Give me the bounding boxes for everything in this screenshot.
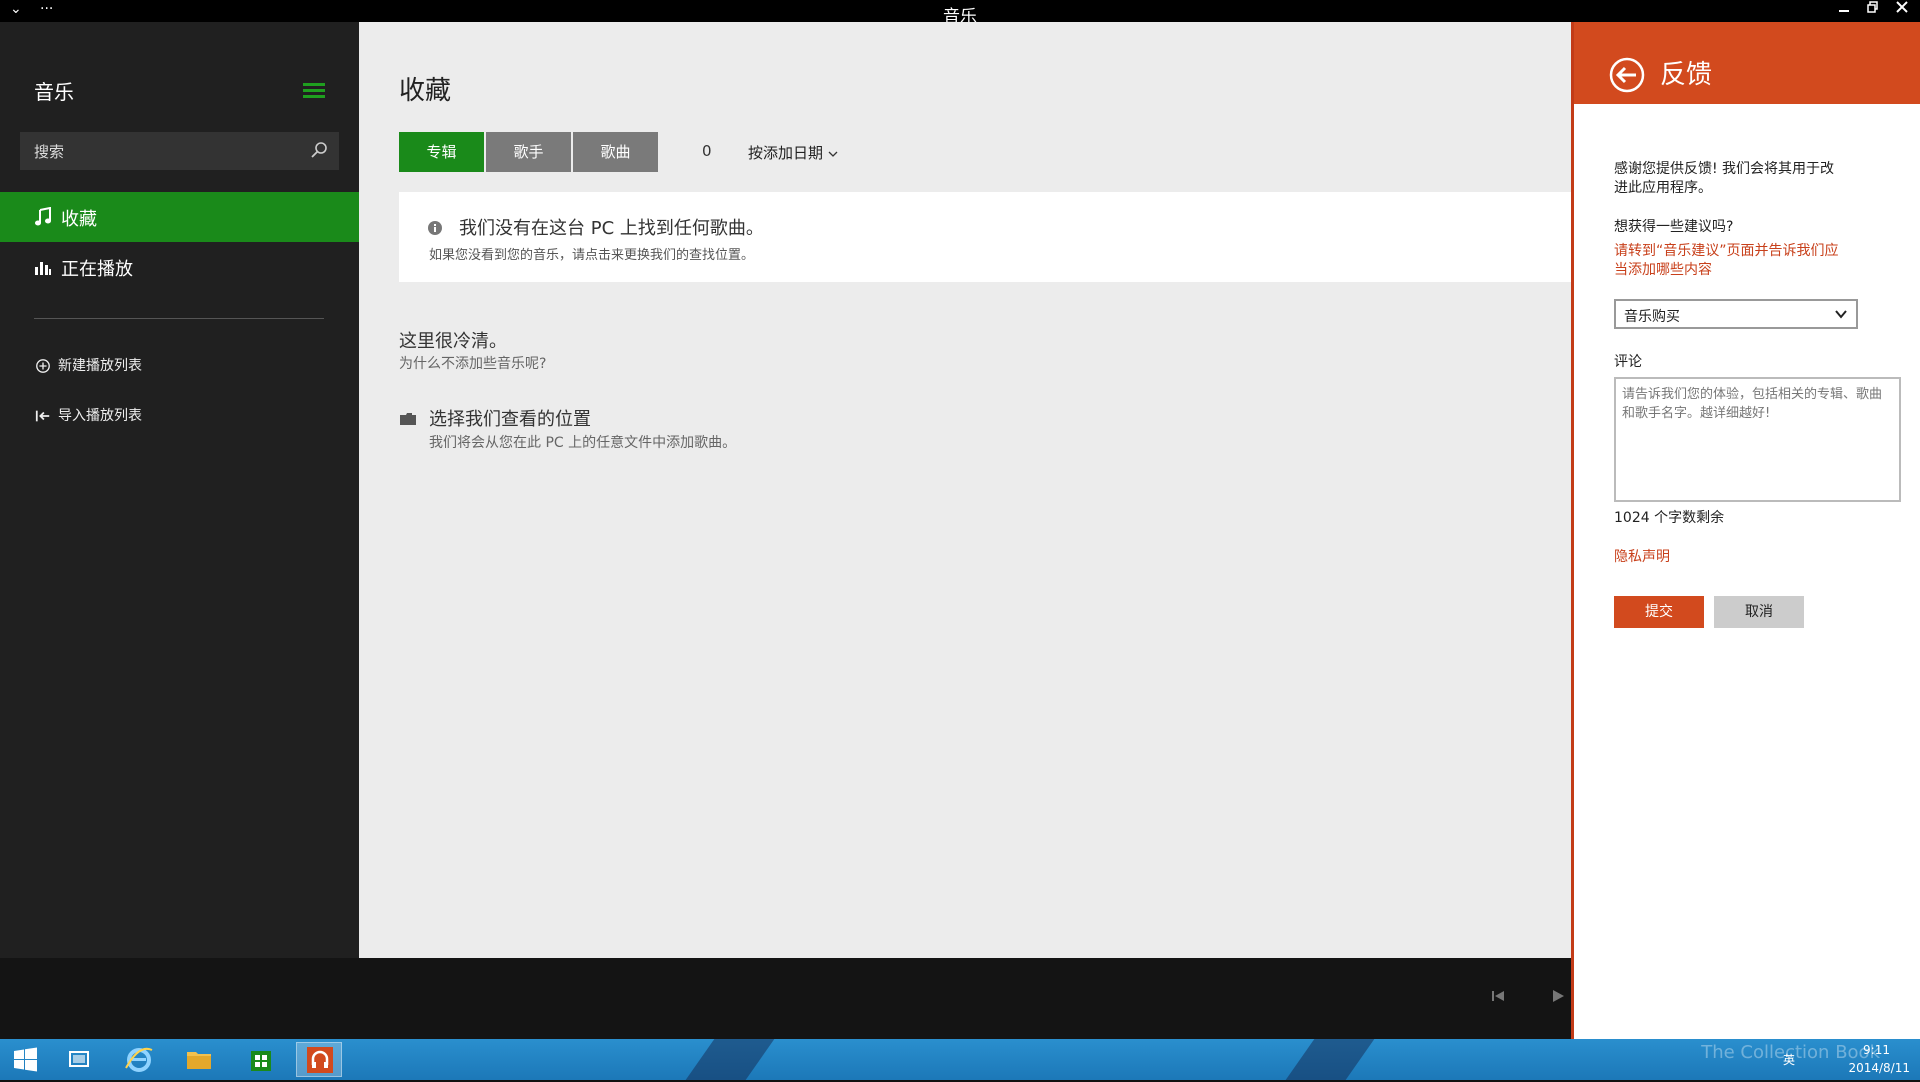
add-circle-icon: [36, 359, 50, 373]
search-icon[interactable]: [309, 140, 329, 160]
folder-icon: [400, 413, 416, 425]
taskbar: The Collection Book 英 9:11 2014/8/11: [0, 1039, 1920, 1080]
sidebar-item-label: 正在播放: [61, 259, 133, 280]
music-note-icon: [35, 207, 51, 226]
search-input[interactable]: 搜索: [20, 132, 339, 170]
submit-button[interactable]: 提交: [1614, 596, 1704, 628]
back-arrow-icon[interactable]: [1608, 56, 1646, 94]
cancel-button[interactable]: 取消: [1714, 596, 1804, 628]
tab-artists[interactable]: 歌手: [486, 132, 571, 172]
chevron-down-icon: [1835, 310, 1847, 319]
ime-indicator[interactable]: 英: [1783, 1051, 1795, 1068]
system-tray: The Collection Book 英 9:11 2014/8/11: [1650, 1039, 1910, 1080]
store-icon[interactable]: [238, 1042, 284, 1077]
sidebar-item-label: 收藏: [61, 209, 97, 230]
feedback-title: 反馈: [1660, 60, 1713, 90]
feedback-thanks: 感谢您提供反馈! 我们会将其用于改 进此应用程序。: [1614, 160, 1834, 198]
restore-icon[interactable]: [1859, 0, 1887, 22]
new-playlist-label: 新建播放列表: [58, 358, 142, 374]
suggest-question: 想获得一些建议吗?: [1614, 219, 1734, 235]
notice-detail: 如果您没看到您的音乐，请点击来更换我们的查找位置。: [429, 248, 755, 263]
no-music-notice[interactable]: 我们没有在这台 PC 上找到任何歌曲。 如果您没看到您的音乐，请点击来更换我们的…: [399, 192, 1571, 282]
page-title: 收藏: [399, 76, 452, 106]
equalizer-icon: [35, 262, 51, 275]
hamburger-menu-icon[interactable]: [303, 83, 325, 99]
clock-time[interactable]: 9:11: [1820, 1043, 1890, 1057]
import-playlist-button[interactable]: 导入播放列表: [34, 405, 142, 425]
feedback-pane: 反馈 感谢您提供反馈! 我们会将其用于改 进此应用程序。 想获得一些建议吗? 请…: [1571, 22, 1920, 1039]
chars-remaining: 1024 个字数剩余: [1614, 510, 1725, 526]
empty-heading: 这里很冷清。: [399, 331, 507, 352]
import-icon: [35, 410, 50, 422]
search-placeholder: 搜索: [34, 143, 65, 161]
title-bar: ⌄ ··· 音乐: [0, 0, 1920, 27]
notice-title: 我们没有在这台 PC 上找到任何歌曲。: [459, 218, 764, 239]
suggest-link-line: 请转到“音乐建议”页面并告诉我们应: [1614, 243, 1839, 259]
comment-label: 评论: [1614, 354, 1642, 370]
category-value: 音乐购买: [1624, 309, 1680, 325]
suggest-link-line: 当添加哪些内容: [1614, 262, 1712, 278]
category-select[interactable]: 音乐购买: [1614, 299, 1858, 329]
sidebar-divider: [34, 318, 324, 319]
previous-track-icon[interactable]: [1490, 988, 1506, 1004]
tab-albums[interactable]: 专辑: [399, 132, 484, 172]
location-heading: 选择我们查看的位置: [429, 409, 591, 430]
play-icon[interactable]: [1550, 988, 1566, 1004]
new-playlist-button[interactable]: 新建播放列表: [34, 355, 142, 375]
internet-explorer-icon[interactable]: [116, 1042, 162, 1077]
minimize-icon[interactable]: [1830, 0, 1858, 22]
item-count: 0: [702, 142, 712, 160]
thanks-line: 感谢您提供反馈! 我们会将其用于改: [1614, 161, 1835, 177]
music-app-icon[interactable]: [296, 1042, 342, 1077]
clock-date[interactable]: 2014/8/11: [1820, 1061, 1910, 1075]
start-button-icon[interactable]: [2, 1042, 48, 1077]
import-playlist-label: 导入播放列表: [58, 408, 142, 424]
close-icon[interactable]: [1888, 0, 1916, 22]
tab-songs[interactable]: 歌曲: [573, 132, 658, 172]
file-explorer-icon[interactable]: [176, 1042, 222, 1077]
info-icon: [428, 221, 442, 235]
empty-subtext: 为什么不添加些音乐呢?: [399, 356, 547, 372]
feedback-header: 反馈: [1574, 22, 1920, 104]
sidebar: 音乐 搜索 收藏 正在播放 新建播放列表 导入播放列表: [0, 22, 359, 958]
sort-dropdown[interactable]: 按添加日期: [748, 142, 838, 163]
chevron-down-icon: [828, 151, 838, 157]
privacy-link[interactable]: 隐私声明: [1614, 548, 1670, 567]
player-bar: [0, 958, 1571, 1039]
main-content: 收藏 专辑 歌手 歌曲 0 按添加日期 我们没有在这台 PC 上找到任何歌曲。 …: [359, 22, 1571, 958]
sort-label: 按添加日期: [748, 144, 824, 162]
suggestions-link[interactable]: 请转到“音乐建议”页面并告诉我们应 当添加哪些内容: [1614, 242, 1839, 280]
location-subtext: 我们将会从您在此 PC 上的任意文件中添加歌曲。: [429, 435, 737, 451]
task-view-icon[interactable]: [56, 1042, 102, 1077]
sidebar-item-now-playing[interactable]: 正在播放: [0, 242, 359, 292]
comment-textarea[interactable]: 请告诉我们您的体验，包括相关的专辑、歌曲和歌手名字。越详细越好!: [1614, 377, 1901, 502]
sidebar-item-collection[interactable]: 收藏: [0, 192, 359, 242]
app-name: 音乐: [34, 80, 74, 104]
thanks-line: 进此应用程序。: [1614, 180, 1712, 196]
